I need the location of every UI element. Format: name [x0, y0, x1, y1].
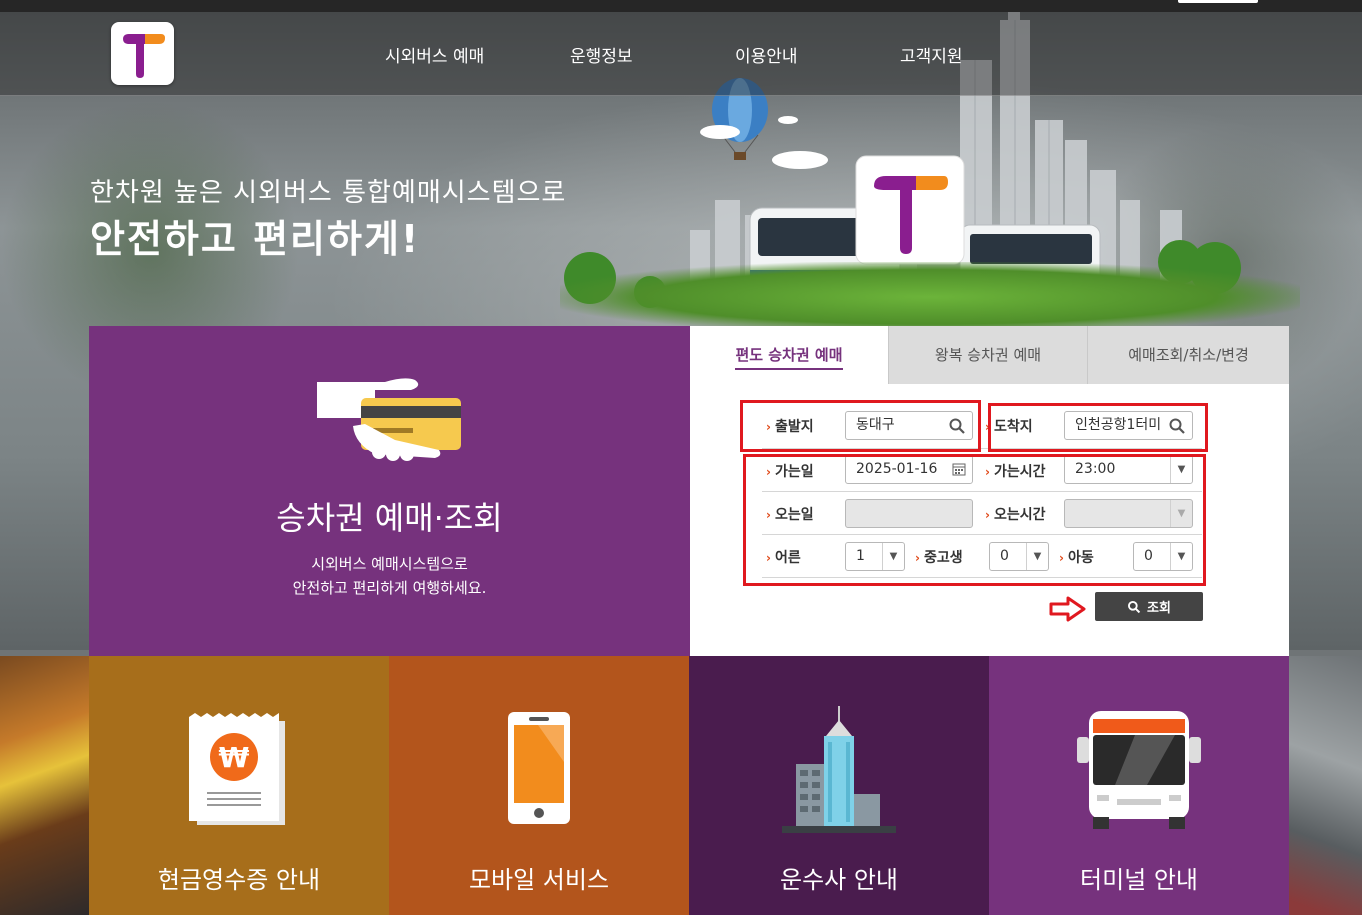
highlight-box-departure: [740, 400, 981, 452]
tab-label: 편도 승차권 예매: [735, 346, 843, 370]
booking-intro-title: 승차권 예매·조회: [276, 499, 503, 537]
top-pill: [1178, 0, 1258, 3]
search-icon: [1128, 600, 1141, 613]
top-strip: [0, 0, 1362, 12]
t-logo-card: [855, 155, 965, 265]
site-logo[interactable]: [111, 22, 174, 85]
nav-customer-support[interactable]: 고객지원: [900, 42, 963, 67]
tab-round-trip[interactable]: 왕복 승차권 예매: [888, 326, 1087, 384]
tile-cash-receipt[interactable]: ₩ 현금영수증 안내: [89, 656, 389, 915]
highlight-box-schedule: [743, 454, 1206, 586]
red-arrow-icon: [1049, 596, 1086, 622]
highlight-box-arrival: [988, 403, 1208, 452]
search-button-label: 조회: [1147, 601, 1171, 616]
building-icon: [782, 706, 896, 833]
card-hand-icon: [317, 378, 461, 461]
receipt-won-icon: ₩: [189, 713, 285, 825]
nav-usage-guide[interactable]: 이용안내: [735, 42, 798, 67]
hero-subtitle: 한차원 높은 시외버스 통합예매시스템으로: [90, 178, 567, 208]
t-logo-icon: [123, 34, 165, 78]
tab-reservation-lookup[interactable]: 예매조회/취소/변경: [1087, 326, 1289, 384]
nav-route-info[interactable]: 운행정보: [570, 42, 633, 67]
booking-intro-sub: 시외버스 예매시스템으로: [311, 555, 468, 573]
tile-mobile-service[interactable]: 모바일 서비스: [389, 656, 689, 915]
booking-intro-panel: 승차권 예매·조회 시외버스 예매시스템으로 안전하고 편리하게 여행하세요.: [89, 326, 690, 656]
grass-field: [560, 262, 1300, 332]
svg-text:₩: ₩: [219, 741, 250, 774]
tile-carrier-info[interactable]: 운수사 안내: [689, 656, 989, 915]
nav-bus-booking[interactable]: 시외버스 예매: [385, 42, 484, 67]
tile-label: 모바일 서비스: [468, 866, 610, 894]
main-navbar: 시외버스 예매 운행정보 이용안내 고객지원: [0, 12, 1362, 96]
tile-label: 터미널 안내: [1079, 866, 1199, 894]
decorative-photo-left: [0, 656, 89, 915]
hero-title: 안전하고 편리하게!: [90, 217, 421, 261]
decorative-photo-right: [1289, 656, 1362, 915]
tab-one-way[interactable]: 편도 승차권 예매: [690, 326, 888, 384]
booking-intro-sub: 안전하고 편리하게 여행하세요.: [292, 579, 487, 597]
tile-terminal-info[interactable]: 터미널 안내: [989, 656, 1289, 915]
bus-front-icon: [1077, 711, 1201, 829]
smartphone-icon: [508, 712, 570, 824]
tile-label: 운수사 안내: [779, 866, 899, 894]
tile-label: 현금영수증 안내: [157, 866, 321, 894]
search-button[interactable]: 조회: [1095, 592, 1203, 621]
